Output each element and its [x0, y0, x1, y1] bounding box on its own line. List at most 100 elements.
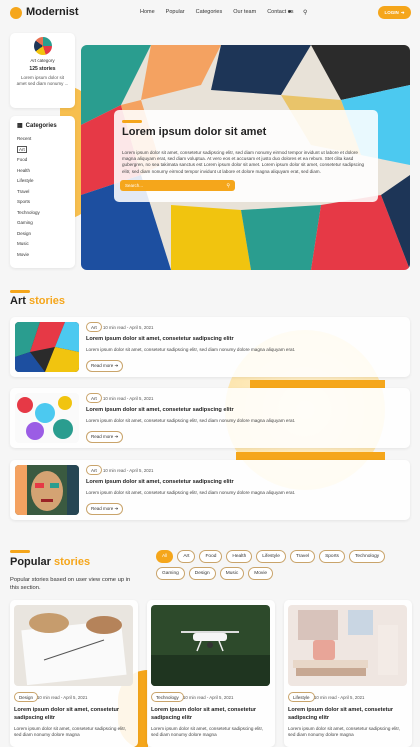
art-stories-title: Art stories: [10, 295, 66, 307]
category-label: Art category: [30, 58, 55, 63]
story-desc: Lorem ipsum dolor sit amet, consetetur s…: [86, 490, 296, 495]
popular-card[interactable]: Design 10 min read - April 5, 2021 Lorem…: [10, 600, 138, 747]
decor-band: [236, 452, 385, 460]
filter-technology[interactable]: Technology: [348, 550, 386, 563]
category-item-gaming[interactable]: Gaming: [17, 218, 68, 229]
popular-card-title[interactable]: Lorem ipsum dolor sit amet, consetetur s…: [151, 707, 271, 722]
story-tag[interactable]: Art: [86, 465, 102, 475]
story-tag[interactable]: Art: [86, 322, 102, 332]
story-meta: 10 min read - April 5, 2021: [103, 325, 154, 330]
popular-card-title[interactable]: Lorem ipsum dolor sit amet, consetetur s…: [14, 707, 134, 722]
story-title[interactable]: Lorem ipsum dolor sit amet, consetetur s…: [86, 479, 234, 485]
category-item-food[interactable]: Food: [17, 155, 68, 166]
popular-card-tag[interactable]: Technology: [151, 692, 184, 702]
search-icon: ⚲: [226, 182, 230, 189]
arrow-right-icon: ➜: [114, 506, 119, 511]
popular-card-tag[interactable]: Lifestyle: [288, 692, 315, 702]
read-more-button[interactable]: Read more ➜: [86, 503, 124, 515]
popular-card[interactable]: Lifestyle 10 min read - April 5, 2021 Lo…: [284, 600, 412, 747]
arrow-right-icon: ➜: [114, 363, 119, 368]
read-more-button[interactable]: Read more ➜: [86, 360, 124, 372]
filter-travel[interactable]: Travel: [289, 550, 316, 563]
logo-icon[interactable]: [10, 7, 22, 19]
popular-card-meta: 10 min read - April 5, 2021: [314, 695, 365, 700]
filter-sports[interactable]: Sports: [319, 550, 345, 563]
category-item-lifestyle[interactable]: Lifestyle: [17, 176, 68, 187]
category-desc: Lorem ipsum dolor sit amet sed diam nonu…: [16, 75, 69, 87]
story-meta: 10 min read - April 5, 2021: [103, 396, 154, 401]
story-card[interactable]: Art 10 min read - April 5, 2021 Lorem ip…: [10, 388, 410, 448]
story-title[interactable]: Lorem ipsum dolor sit amet, consetetur s…: [86, 407, 234, 413]
category-item-movie[interactable]: Movie: [17, 250, 68, 261]
hero-title: Lorem ipsum dolor sit amet: [122, 126, 267, 138]
popular-card-desc: Lorem ipsum dolor sit amet, consetetur s…: [14, 726, 127, 738]
hero-panel: Lorem ipsum dolor sit amet Lorem ipsum d…: [114, 110, 378, 202]
categories-heading: ▦ Categories: [17, 122, 57, 130]
filter-movie[interactable]: Movie: [248, 567, 274, 580]
read-more-button[interactable]: Read more ➜: [86, 431, 124, 443]
category-avatar: [33, 37, 52, 55]
filter-music[interactable]: Music: [219, 567, 245, 580]
popular-card-image: [14, 605, 133, 686]
story-meta: 10 min read - April 5, 2021: [103, 468, 154, 473]
filter-design[interactable]: Design: [188, 567, 216, 580]
filter-lifestyle[interactable]: Lifestyle: [256, 550, 286, 563]
hero-text: Lorem ipsum dolor sit amet, consetetur s…: [122, 150, 365, 174]
hero-banner: Lorem ipsum dolor sit amet Lorem ipsum d…: [81, 45, 410, 270]
accent-bar: [122, 120, 142, 123]
popular-card-image: [288, 605, 407, 686]
nav-link-popular[interactable]: Popular: [166, 9, 185, 15]
login-button[interactable]: LOGIN ➜: [378, 6, 411, 19]
category-item-design[interactable]: Design: [17, 229, 68, 240]
popular-card-desc: Lorem ipsum dolor sit amet, consetetur s…: [151, 726, 264, 738]
popular-card-desc: Lorem ipsum dolor sit amet, consetetur s…: [288, 726, 401, 738]
categories-list: ▦ Categories Recent Art Food Health Lifestyl…: [10, 116, 75, 268]
story-desc: Lorem ipsum dolor sit amet, consetetur s…: [86, 418, 296, 423]
decor-band: [250, 380, 385, 388]
story-image: [15, 465, 79, 515]
category-item-travel[interactable]: Travel: [17, 187, 68, 198]
story-card[interactable]: Art 10 min read - April 5, 2021 Lorem ip…: [10, 317, 410, 377]
story-desc: Lorem ipsum dolor sit amet, consetetur s…: [86, 347, 296, 352]
category-item-health[interactable]: Health: [17, 166, 68, 177]
nav-link-home[interactable]: Home: [140, 9, 155, 15]
filter-food[interactable]: Food: [199, 550, 223, 563]
story-image: [15, 322, 79, 372]
popular-card-meta: 10 min read - April 5, 2021: [183, 695, 234, 700]
filter-art[interactable]: Art: [177, 550, 196, 563]
category-item-technology[interactable]: Technology: [17, 208, 68, 219]
category-item-music[interactable]: Music: [17, 239, 68, 250]
popular-card-meta: 10 min read - April 5, 2021: [37, 695, 88, 700]
popular-card-image: [151, 605, 270, 686]
category-item-recent[interactable]: Recent: [17, 134, 68, 145]
story-title[interactable]: Lorem ipsum dolor sit amet, consetetur s…: [86, 336, 234, 342]
moon-icon[interactable]: ●: [288, 9, 292, 15]
category-item-art[interactable]: Art: [17, 145, 68, 156]
category-card: Art category 125 stories Lorem ipsum dol…: [10, 33, 75, 108]
filter-all[interactable]: All: [156, 550, 174, 563]
accent-bar: [10, 290, 30, 293]
nav-links: Home Popular Categories Our team Contact…: [140, 9, 293, 15]
search-icon[interactable]: ⚲: [303, 9, 307, 16]
popular-desc: Popular stories based on user view come …: [10, 577, 131, 592]
popular-stories-title: Popular stories: [10, 556, 91, 568]
category-item-sports[interactable]: Sports: [17, 197, 68, 208]
filter-health[interactable]: Health: [226, 550, 253, 563]
logo[interactable]: Modernist: [26, 6, 79, 18]
accent-bar: [10, 550, 30, 553]
popular-card[interactable]: Technology 10 min read - April 5, 2021 L…: [147, 600, 275, 747]
arrow-right-icon: ➜: [114, 434, 119, 439]
popular-card-tag[interactable]: Design: [14, 692, 39, 702]
nav-link-categories[interactable]: Categories: [196, 9, 223, 15]
nav-link-our-team[interactable]: Our team: [233, 9, 256, 15]
story-tag[interactable]: Art: [86, 393, 102, 403]
category-count: 125 stories: [29, 66, 56, 72]
hero-search-input[interactable]: Search... ⚲: [120, 180, 235, 191]
popular-card-title[interactable]: Lorem ipsum dolor sit amet, consetetur s…: [288, 707, 408, 722]
list-icon: ▦: [17, 123, 23, 129]
login-arrow-icon: ➜: [400, 9, 405, 15]
filter-gaming[interactable]: Gaming: [156, 567, 185, 580]
story-image: [15, 393, 79, 443]
categories-items: Recent Art Food Health Lifestyle Travel Sports…: [17, 134, 68, 260]
story-card[interactable]: Art 10 min read - April 5, 2021 Lorem ip…: [10, 460, 410, 520]
